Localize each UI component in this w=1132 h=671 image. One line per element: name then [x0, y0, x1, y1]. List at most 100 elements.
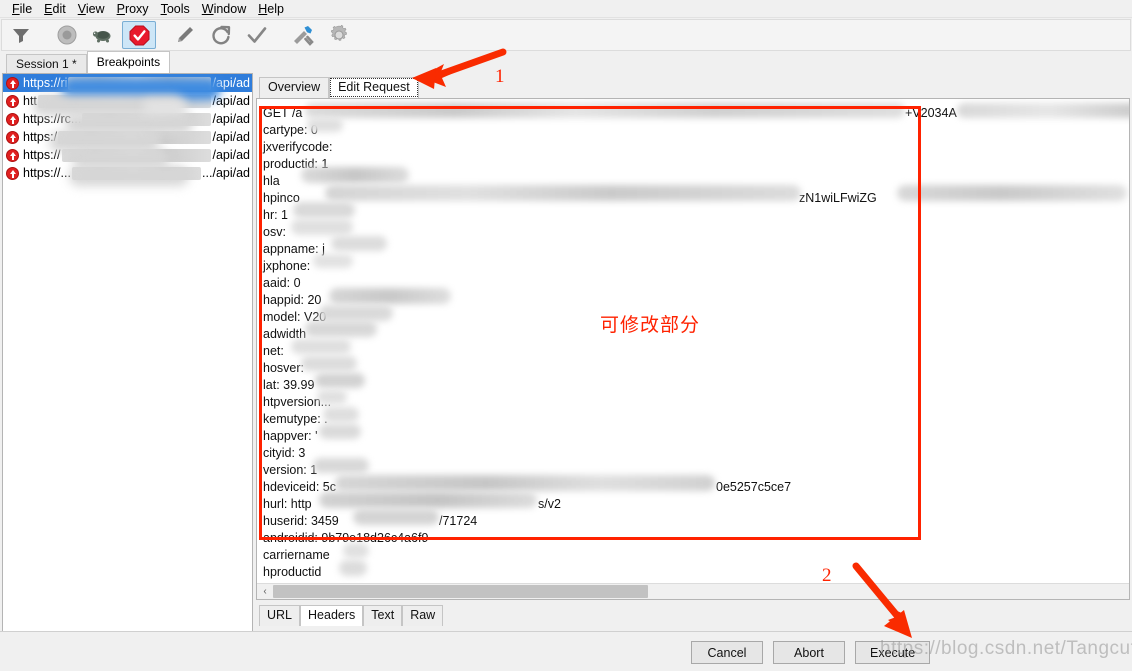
editor-line: appname: j — [263, 242, 325, 256]
editor-line: model: V20 — [263, 310, 327, 324]
list-item-scheme: https:// — [23, 148, 61, 162]
redaction-blur — [353, 509, 439, 525]
gear-icon[interactable] — [322, 21, 356, 49]
menu-window[interactable]: Window — [196, 0, 252, 18]
list-item[interactable]: https://rc... /api/ad — [3, 110, 252, 128]
menu-edit[interactable]: Edit — [38, 0, 72, 18]
redaction-blur — [331, 236, 387, 251]
turtle-icon[interactable] — [86, 21, 120, 49]
pencil-compose-icon[interactable] — [168, 21, 202, 49]
menu-tools[interactable]: Tools — [155, 0, 196, 18]
breakpoint-icon — [6, 166, 19, 180]
editor-line: kemutype: . — [263, 412, 328, 426]
redaction-blur — [293, 202, 355, 218]
scroll-left-icon[interactable]: ‹ — [257, 584, 273, 600]
menu-bar: File Edit View Proxy Tools Window Help — [0, 0, 1132, 18]
redacted-url — [68, 76, 212, 90]
cancel-button[interactable]: Cancel — [691, 641, 763, 664]
list-item[interactable]: https:// /api/ad — [3, 146, 252, 164]
list-item[interactable]: htt /api/ad — [3, 92, 252, 110]
editor-line: jxverifycode: — [263, 140, 333, 154]
editor-scroll-track[interactable] — [273, 584, 1129, 600]
session-tabstrip: Session 1 * Breakpoints — [0, 51, 1132, 74]
repeat-icon[interactable] — [204, 21, 238, 49]
editor-line: androidid: 9b79e18d26c4a6f9 — [263, 531, 429, 545]
redaction-blur — [319, 305, 393, 321]
body-format-tabstrip: URL Headers Text Raw — [259, 605, 444, 626]
editor-line: cartype: 0 — [263, 123, 318, 137]
tools-icon[interactable] — [286, 21, 320, 49]
list-item[interactable]: https:/ /api/ad — [3, 128, 252, 146]
editor-line-tail: zN1wiLFwiZG — [799, 191, 877, 205]
menu-edit-rest: dit — [52, 1, 66, 16]
menu-view[interactable]: View — [72, 0, 111, 18]
editor-line: happver: ' — [263, 429, 318, 443]
funnel-icon[interactable] — [4, 21, 38, 49]
editor-line: happid: 20 — [263, 293, 322, 307]
annotation-step-2: 2 — [822, 565, 832, 586]
list-item-path: /api/ad — [212, 76, 250, 90]
redacted-url — [37, 94, 212, 108]
breakpoint-octagon-icon[interactable] — [122, 21, 156, 49]
menu-view-rest: iew — [85, 1, 105, 16]
tab-headers[interactable]: Headers — [300, 605, 364, 626]
tab-text[interactable]: Text — [363, 605, 403, 626]
annotation-step-1: 1 — [495, 66, 505, 87]
editor-scroll-thumb[interactable] — [273, 585, 648, 598]
editor-line: hr: 1 — [263, 208, 289, 222]
list-item-scheme: https://rc... — [23, 112, 82, 126]
annotation-editable-region-label: 可修改部分 — [600, 314, 701, 336]
breakpoint-icon — [6, 112, 19, 126]
editor-line: carriername — [263, 548, 330, 562]
redacted-url — [82, 112, 212, 126]
breakpoint-list: https://ri /api/ad htt /api/ad https://r… — [3, 74, 252, 182]
execute-button[interactable]: Execute — [855, 641, 931, 664]
list-item-scheme: https:/ — [23, 130, 58, 144]
editor-line-tail: s/v2 — [538, 497, 561, 511]
dialog-button-bar: Cancel Abort Execute — [0, 631, 1132, 671]
menu-proxy-rest: roxy — [124, 1, 149, 16]
editor-line: cityid: 3 — [263, 446, 306, 460]
redaction-blur — [305, 103, 905, 118]
list-item-path: /api/ad — [212, 130, 250, 144]
abort-button[interactable]: Abort — [773, 641, 845, 664]
request-headers-editor[interactable]: GET /a cartype: 0 jxverifycode: producti… — [256, 98, 1130, 600]
tab-url[interactable]: URL — [259, 605, 301, 626]
check-validate-icon[interactable] — [240, 21, 274, 49]
tab-breakpoints[interactable]: Breakpoints — [86, 51, 171, 73]
redaction-blur — [301, 356, 357, 371]
redaction-blur — [315, 373, 365, 388]
editor-line: adwidth — [263, 327, 307, 341]
list-item-scheme: https://ri — [23, 76, 68, 90]
menu-file[interactable]: File — [6, 0, 38, 18]
menu-file-rest: ile — [19, 1, 33, 16]
tab-session-1[interactable]: Session 1 * — [6, 54, 87, 74]
menu-proxy[interactable]: Proxy — [111, 0, 155, 18]
editor-line: hpinco — [263, 191, 300, 205]
redaction-blur — [339, 560, 367, 576]
tab-edit-request[interactable]: Edit Request — [329, 77, 419, 98]
redaction-blur — [313, 458, 369, 473]
redaction-blur — [957, 103, 1129, 118]
list-item-scheme: htt — [23, 94, 37, 108]
redaction-blur — [897, 185, 1127, 201]
record-icon[interactable] — [50, 21, 84, 49]
redaction-blur — [329, 288, 451, 304]
main-toolbar — [1, 19, 1131, 51]
list-item[interactable]: https://ri /api/ad — [3, 74, 252, 92]
request-tabstrip: Overview Edit Request — [256, 77, 419, 98]
editor-line: net: — [263, 344, 284, 358]
editor-line: hosver: — [263, 361, 304, 375]
editor-line-tail: +V2034A — [905, 106, 957, 120]
editor-line: jxphone: — [263, 259, 311, 273]
tab-overview[interactable]: Overview — [259, 77, 330, 98]
breakpoint-icon — [6, 94, 19, 108]
list-item[interactable]: https://... .../api/ad — [3, 164, 252, 182]
menu-help[interactable]: Help — [252, 0, 290, 18]
editor-hscrollbar[interactable]: ‹ — [257, 583, 1129, 599]
editor-line: hdeviceid: 5c — [263, 480, 336, 494]
list-item-path: /api/ad — [212, 112, 250, 126]
editor-line: GET /a — [263, 106, 303, 120]
editor-line: hurl: http — [263, 497, 312, 511]
tab-raw[interactable]: Raw — [402, 605, 444, 626]
